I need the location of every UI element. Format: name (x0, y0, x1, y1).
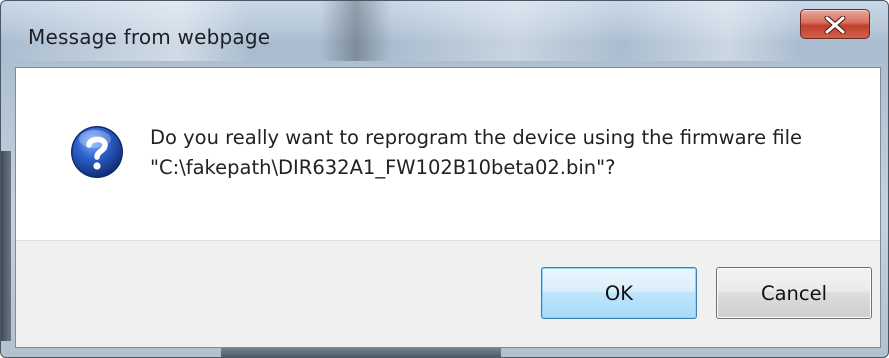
dialog-client-area: Do you really want to reprogram the devi… (15, 67, 881, 348)
window-title: Message from webpage (28, 25, 271, 49)
button-bar: OK Cancel (16, 240, 880, 347)
close-icon (824, 16, 846, 34)
background-window-edge (1, 151, 11, 341)
ok-button[interactable]: OK (541, 267, 697, 319)
cancel-button[interactable]: Cancel (716, 267, 872, 319)
dialog-message: Do you really want to reprogram the devi… (150, 126, 803, 179)
dialog-window: Message from webpage Do you really want … (0, 0, 889, 358)
message-area: Do you really want to reprogram the devi… (16, 68, 880, 240)
close-button[interactable] (800, 9, 870, 39)
question-icon (71, 126, 123, 178)
